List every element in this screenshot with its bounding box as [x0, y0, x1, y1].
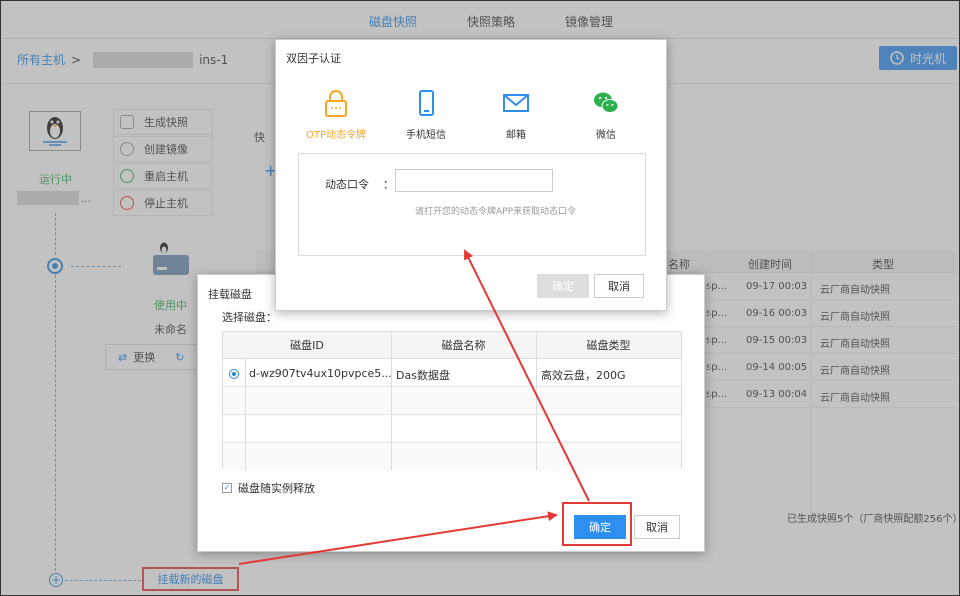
- release-with-instance-label: 磁盘随实例释放: [238, 482, 315, 495]
- divider: [245, 359, 246, 470]
- otp-code-input[interactable]: [395, 169, 553, 192]
- table-row[interactable]: d-wz907tv4ux10pvpce5... Das数据盘 高效云盘，200G: [223, 359, 681, 387]
- otp-form: 动态口令 ： 请打开您的动态令牌APP来获取动态口令: [298, 153, 646, 256]
- disk-type-cell: 高效云盘，200G: [541, 369, 626, 382]
- method-sms-label: 手机短信: [406, 130, 446, 141]
- mount-cancel-button[interactable]: 取消: [634, 515, 680, 539]
- lock-icon: [321, 88, 351, 118]
- confirm-highlight-box: [562, 502, 632, 546]
- divider: [536, 332, 537, 470]
- table-row: [223, 415, 681, 443]
- twofa-title: 双因子认证: [286, 52, 341, 65]
- table-row: [223, 443, 681, 471]
- otp-code-label: 动态口令: [325, 178, 369, 191]
- method-sms[interactable]: 手机短信: [386, 88, 466, 141]
- auth-methods: OTP动态令牌 手机短信 邮箱 微信: [296, 88, 646, 141]
- otp-code-colon: ：: [383, 178, 394, 191]
- method-email-label: 邮箱: [506, 130, 526, 141]
- table-row: [223, 387, 681, 415]
- select-disk-label: 选择磁盘：: [222, 311, 277, 324]
- disk-name-cell: Das数据盘: [396, 369, 450, 382]
- wechat-icon: [591, 88, 621, 118]
- col-header-disk-type: 磁盘类型: [536, 332, 681, 359]
- disk-radio-selected[interactable]: [229, 369, 239, 379]
- two-factor-dialog: 双因子认证 OTP动态令牌 手机短信 邮箱 微信 动态口令 ： 请打开您的动态令…: [275, 39, 667, 311]
- app-frame: 磁盘快照 快照策略 镜像管理 所有主机 > ins-1 时光机 运行中 ... …: [0, 0, 960, 596]
- twofa-confirm-button[interactable]: 确定: [537, 274, 589, 298]
- col-header-disk-id: 磁盘ID: [223, 332, 391, 359]
- phone-icon: [411, 88, 441, 118]
- method-otp[interactable]: OTP动态令牌: [296, 88, 376, 141]
- method-wechat-label: 微信: [596, 130, 616, 141]
- divider: [391, 332, 392, 470]
- otp-hint: 请打开您的动态令牌APP来获取动态口令: [415, 207, 577, 217]
- disk-id: d-wz907tv4ux10pvpce5...: [249, 367, 392, 380]
- release-with-instance-checkbox[interactable]: ✓ 磁盘随实例释放: [222, 480, 315, 496]
- method-email[interactable]: 邮箱: [476, 88, 556, 141]
- method-wechat[interactable]: 微信: [566, 88, 646, 141]
- mail-icon: [501, 88, 531, 118]
- disk-table: 磁盘ID 磁盘名称 磁盘类型 d-wz907tv4ux10pvpce5... D…: [222, 331, 682, 471]
- mount-dialog-title: 挂载磁盘: [208, 288, 252, 301]
- method-otp-label: OTP动态令牌: [305, 130, 366, 141]
- checkbox-checked-icon: ✓: [222, 483, 232, 493]
- twofa-cancel-button[interactable]: 取消: [594, 274, 644, 298]
- col-header-disk-name: 磁盘名称: [391, 332, 536, 359]
